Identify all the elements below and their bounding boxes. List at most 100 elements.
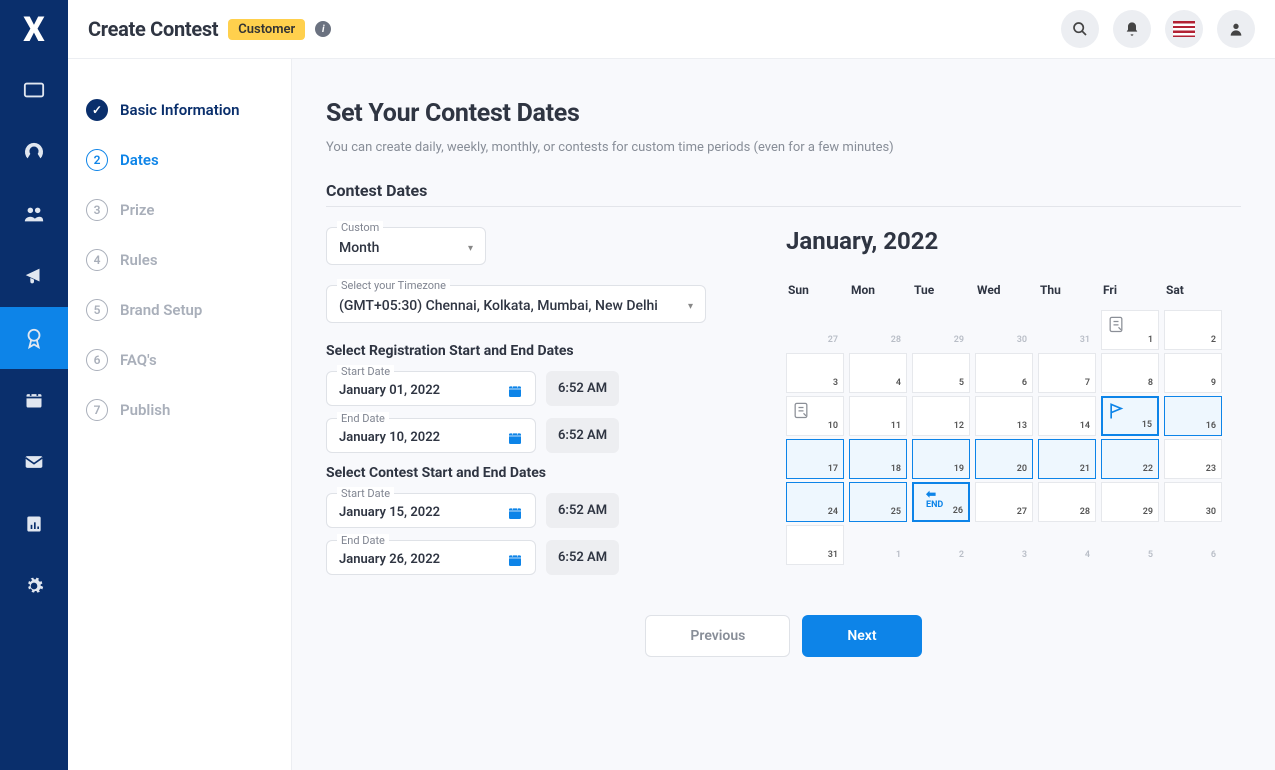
reg-start-date-field[interactable]: Start Date January 01, 2022 [326,371,536,406]
calendar-day[interactable]: 15 [1101,396,1159,436]
nav-item-2[interactable] [0,121,68,183]
step-rules[interactable]: 4Rules [86,249,273,271]
calendar-icon[interactable] [507,552,523,568]
calendar-day[interactable]: 17 [786,439,844,479]
calendar-day[interactable]: 2 [1164,310,1222,350]
calendar-day[interactable]: 1 [1101,310,1159,350]
con-end-time[interactable]: 6:52 AM [546,540,619,575]
calendar-day[interactable]: 28 [1038,482,1096,522]
reg-dates-heading: Select Registration Start and End Dates [326,343,716,359]
calendar-day[interactable]: 16 [1164,396,1222,436]
calendar-day[interactable]: 12 [912,396,970,436]
calendar: January, 2022 SunMonTueWedThuFriSat27282… [786,227,1241,587]
con-end-date-field[interactable]: End Date January 26, 2022 [326,540,536,575]
nav-item-6[interactable] [0,369,68,431]
step-dates[interactable]: 2Dates [86,149,273,171]
nav-item-3[interactable] [0,183,68,245]
flag-icon [1107,401,1127,421]
calendar-day: 2 [912,525,970,565]
clipboard-icon [791,400,811,420]
section-title: Contest Dates [326,181,1241,207]
info-icon[interactable]: i [315,21,331,37]
calendar-day[interactable]: 13 [975,396,1033,436]
step-publish[interactable]: 7Publish [86,399,273,421]
calendar-day[interactable]: 19 [912,439,970,479]
step-brand-setup[interactable]: 5Brand Setup [86,299,273,321]
main-heading: Set Your Contest Dates [326,99,1241,128]
calendar-day[interactable]: 8 [1101,353,1159,393]
step-faq-s[interactable]: 6FAQ's [86,349,273,371]
calendar-day: 29 [912,310,970,350]
calendar-day[interactable]: 24 [786,482,844,522]
nav-item-7[interactable] [0,431,68,493]
end-icon: ⬅END [926,488,943,510]
wizard-steps: ✓Basic Information 2Dates 3Prize 4Rules 5Bra… [68,59,292,770]
calendar-day: 6 [1164,525,1222,565]
profile-button[interactable] [1217,10,1255,48]
calendar-icon[interactable] [507,430,523,446]
calendar-day: 28 [849,310,907,350]
calendar-day[interactable]: 20 [975,439,1033,479]
locale-button[interactable] [1165,10,1203,48]
customer-badge: Customer [228,19,305,40]
calendar-day[interactable]: 25 [849,482,907,522]
calendar-day: 3 [975,525,1033,565]
calendar-day[interactable]: 11 [849,396,907,436]
dow-header: Wed [975,277,1035,307]
logo: X [0,0,68,59]
dow-header: Sat [1164,277,1224,307]
calendar-day[interactable]: 27 [975,482,1033,522]
calendar-day: 31 [1038,310,1096,350]
calendar-icon[interactable] [507,505,523,521]
main-subtitle: You can create daily, weekly, monthly, o… [326,140,1241,155]
reg-end-date-field[interactable]: End Date January 10, 2022 [326,418,536,453]
calendar-icon[interactable] [507,383,523,399]
con-start-date-field[interactable]: Start Date January 15, 2022 [326,493,536,528]
calendar-day[interactable]: 3 [786,353,844,393]
calendar-day: 1 [849,525,907,565]
calendar-day[interactable]: 21 [1038,439,1096,479]
reg-end-time[interactable]: 6:52 AM [546,418,619,453]
previous-button[interactable]: Previous [645,615,790,657]
main-content: Set Your Contest Dates You can create da… [292,59,1275,770]
custom-select[interactable]: Custom Month▾ [326,227,486,265]
step-basic-information[interactable]: ✓Basic Information [86,99,273,121]
calendar-day[interactable]: 9 [1164,353,1222,393]
calendar-day[interactable]: 30 [1164,482,1222,522]
clipboard-icon [1106,314,1126,334]
dow-header: Sun [786,277,846,307]
calendar-day[interactable]: 14 [1038,396,1096,436]
nav-item-5-active[interactable] [0,307,68,369]
calendar-day[interactable]: 29 [1101,482,1159,522]
step-prize[interactable]: 3Prize [86,199,273,221]
timezone-select[interactable]: Select your Timezone (GMT+05:30) Chennai… [326,285,706,323]
dow-header: Mon [849,277,909,307]
search-button[interactable] [1061,10,1099,48]
chevron-down-icon: ▾ [468,243,473,254]
page-title: Create Contest [88,17,218,41]
chevron-down-icon: ▾ [688,301,693,312]
calendar-day[interactable]: 31 [786,525,844,565]
calendar-day[interactable]: 6 [975,353,1033,393]
calendar-day[interactable]: 7 [1038,353,1096,393]
nav-item-4[interactable] [0,245,68,307]
con-start-time[interactable]: 6:52 AM [546,493,619,528]
nav-item-9[interactable] [0,555,68,617]
calendar-day[interactable]: 10 [786,396,844,436]
next-button[interactable]: Next [802,615,921,657]
calendar-day[interactable]: 26⬅END [912,482,970,522]
nav-item-1[interactable] [0,59,68,121]
tz-label: Select your Timezone [337,279,450,292]
notifications-button[interactable] [1113,10,1151,48]
calendar-day[interactable]: 22 [1101,439,1159,479]
custom-label: Custom [337,221,383,234]
calendar-day[interactable]: 4 [849,353,907,393]
contest-dates-heading: Select Contest Start and End Dates [326,465,716,481]
calendar-day[interactable]: 23 [1164,439,1222,479]
calendar-day[interactable]: 5 [912,353,970,393]
calendar-day[interactable]: 18 [849,439,907,479]
dow-header: Tue [912,277,972,307]
nav-item-8[interactable] [0,493,68,555]
reg-start-time[interactable]: 6:52 AM [546,371,619,406]
calendar-day: 5 [1101,525,1159,565]
